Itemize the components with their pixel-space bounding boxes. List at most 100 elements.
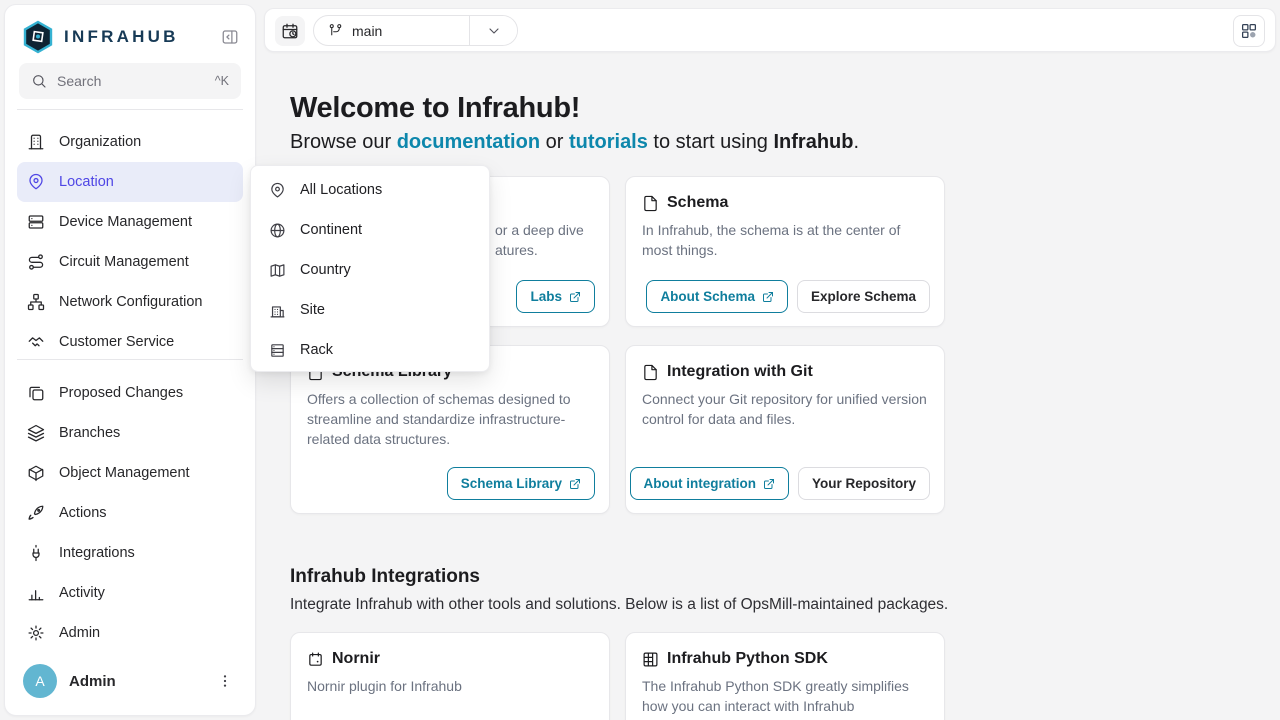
building-icon	[27, 133, 45, 151]
card-python-sdk: Infrahub Python SDK The Infrahub Python …	[625, 632, 945, 720]
user-menu-button[interactable]	[213, 669, 237, 693]
documentation-link[interactable]: documentation	[397, 131, 540, 153]
topbar: main	[264, 8, 1276, 52]
location-dropdown-menu: All Locations Continent Country Site Rac…	[250, 165, 490, 372]
integrations-section-subtitle: Integrate Infrahub with other tools and …	[290, 596, 948, 614]
gear-icon	[27, 624, 45, 642]
building-icon	[269, 302, 286, 319]
date-time-filter-button[interactable]	[275, 16, 305, 46]
sidebar-item-activity[interactable]: Activity	[17, 573, 243, 613]
components-icon	[1240, 22, 1258, 40]
sidebar-item-circuit-management[interactable]: Circuit Management	[17, 242, 243, 282]
proposed-changes-icon	[27, 384, 45, 402]
user-menu: A Admin	[17, 657, 243, 705]
welcome-subtitle: Browse our documentation or tutorials to…	[290, 131, 859, 154]
search-icon	[31, 73, 47, 89]
sidebar-item-customer-service[interactable]: Customer Service	[17, 322, 243, 359]
integrations-section-title: Infrahub Integrations	[290, 566, 480, 588]
sidebar-item-organization[interactable]: Organization	[17, 122, 243, 162]
branch-selector-current[interactable]: main	[314, 16, 470, 45]
file-icon	[642, 364, 659, 381]
menu-item-all-locations[interactable]: All Locations	[251, 170, 489, 210]
card-description: The Infrahub Python SDK greatly simplifi…	[642, 676, 928, 720]
app-root: INFRAHUB Search ^K Organization	[0, 0, 1280, 720]
network-icon	[27, 293, 45, 311]
about-schema-button[interactable]: About Schema	[646, 280, 788, 313]
search-placeholder: Search	[57, 73, 101, 89]
layers-icon	[27, 424, 45, 442]
card-title: Nornir	[307, 650, 380, 668]
bar-chart-icon	[27, 584, 45, 602]
panel-left-close-icon	[221, 28, 239, 46]
chevron-down-icon	[486, 23, 502, 39]
rocket-icon	[27, 504, 45, 522]
user-name: Admin	[69, 673, 116, 690]
rack-icon	[269, 342, 286, 359]
search-input[interactable]: Search ^K	[19, 63, 241, 99]
git-branch-icon	[328, 23, 343, 38]
branch-name: main	[352, 23, 382, 39]
your-repository-button[interactable]: Your Repository	[798, 467, 930, 500]
branch-selector-toggle[interactable]	[470, 16, 517, 45]
sidebar-item-integrations[interactable]: Integrations	[17, 533, 243, 573]
sidebar-divider	[17, 359, 243, 360]
card-title: Schema	[642, 194, 728, 212]
card-nornir: Nornir Nornir plugin for Infrahub	[290, 632, 610, 720]
branch-selector: main	[313, 15, 518, 46]
map-icon	[269, 262, 286, 279]
card-title: Infrahub Python SDK	[642, 650, 828, 668]
sidebar-item-location[interactable]: Location	[17, 162, 243, 202]
menu-item-rack[interactable]: Rack	[251, 330, 489, 370]
sidebar-nav-secondary: Proposed Changes Branches Object Managem…	[17, 373, 243, 653]
plug-icon	[27, 544, 45, 562]
card-git-integration: Integration with Git Connect your Git re…	[625, 345, 945, 514]
map-pin-icon	[27, 173, 45, 191]
card-description: Offers a collection of schemas designed …	[307, 389, 593, 449]
sidebar-header: INFRAHUB	[21, 17, 243, 57]
map-pin-icon	[269, 182, 286, 199]
avatar[interactable]: A	[23, 664, 57, 698]
sidebar-item-proposed-changes[interactable]: Proposed Changes	[17, 373, 243, 413]
card-description: Nornir plugin for Infrahub	[307, 676, 593, 696]
sidebar-item-network-configuration[interactable]: Network Configuration	[17, 282, 243, 322]
collapse-sidebar-button[interactable]	[217, 24, 243, 50]
infrahub-logo-icon	[21, 20, 55, 54]
menu-item-site[interactable]: Site	[251, 290, 489, 330]
page-title: Welcome to Infrahub!	[290, 92, 580, 125]
external-link-icon	[762, 291, 774, 303]
sidebar-item-actions[interactable]: Actions	[17, 493, 243, 533]
menu-item-country[interactable]: Country	[251, 250, 489, 290]
tasks-panel-button[interactable]	[1233, 15, 1265, 47]
card-description: In Infrahub, the schema is at the center…	[642, 220, 928, 260]
server-icon	[27, 213, 45, 231]
tutorials-link[interactable]: tutorials	[569, 131, 648, 153]
sidebar-item-device-management[interactable]: Device Management	[17, 202, 243, 242]
kebab-menu-icon	[217, 673, 233, 689]
labs-button[interactable]: Labs	[516, 280, 595, 313]
globe-icon	[269, 222, 286, 239]
infrahub-logo[interactable]: INFRAHUB	[21, 20, 179, 54]
external-link-icon	[763, 478, 775, 490]
grid-icon	[642, 651, 659, 668]
sidebar-item-branches[interactable]: Branches	[17, 413, 243, 453]
sidebar-item-object-management[interactable]: Object Management	[17, 453, 243, 493]
card-description: Connect your Git repository for unified …	[642, 389, 928, 429]
route-icon	[27, 253, 45, 271]
card-schema: Schema In Infrahub, the schema is at the…	[625, 176, 945, 327]
explore-schema-button[interactable]: Explore Schema	[797, 280, 930, 313]
handshake-icon	[27, 333, 45, 351]
menu-item-continent[interactable]: Continent	[251, 210, 489, 250]
sidebar: INFRAHUB Search ^K Organization	[4, 4, 256, 716]
external-link-icon	[569, 478, 581, 490]
sidebar-nav-primary: Organization Location Device Management	[17, 122, 243, 359]
sidebar-divider	[17, 109, 243, 110]
about-integration-button[interactable]: About integration	[630, 467, 789, 500]
card-description-fragment: or a deep dive atures.	[495, 220, 584, 260]
card-title: Integration with Git	[642, 363, 813, 381]
brand-wordmark: INFRAHUB	[64, 27, 179, 47]
nornir-package-icon	[307, 651, 324, 668]
schema-library-button[interactable]: Schema Library	[447, 467, 595, 500]
sidebar-item-admin[interactable]: Admin	[17, 613, 243, 653]
file-icon	[642, 195, 659, 212]
external-link-icon	[569, 291, 581, 303]
